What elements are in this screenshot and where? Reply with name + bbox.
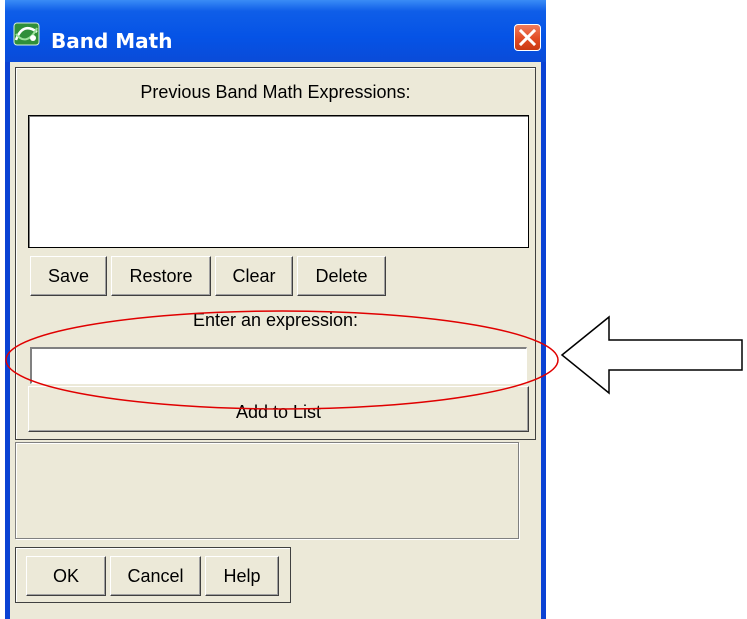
history-label: Previous Band Math Expressions: <box>140 82 411 102</box>
arrow-left-icon <box>560 315 743 395</box>
expression-label: Enter an expression: <box>192 310 359 330</box>
restore-button[interactable]: Restore <box>111 256 211 296</box>
ok-button[interactable]: OK <box>26 556 106 596</box>
band-math-window: Band Math Previous Band Math Expressions… <box>5 0 546 619</box>
previous-expressions-list[interactable] <box>28 115 529 248</box>
clear-button[interactable]: Clear <box>215 256 293 296</box>
save-button[interactable]: Save <box>30 256 107 296</box>
expression-input[interactable] <box>30 347 527 384</box>
title-bar[interactable]: Band Math <box>5 0 546 62</box>
expression-history-group: Previous Band Math Expressions: Save Res… <box>15 67 536 440</box>
screenshot: Band Math Previous Band Math Expressions… <box>0 0 747 619</box>
add-to-list-button[interactable]: Add to List <box>28 386 529 432</box>
delete-button[interactable]: Delete <box>297 256 386 296</box>
window-title: Band Math <box>51 29 173 53</box>
close-x-icon <box>518 28 537 47</box>
dialog-body: Previous Band Math Expressions: Save Res… <box>10 62 541 619</box>
band-math-app-icon <box>13 22 40 46</box>
status-area <box>15 442 519 539</box>
cancel-button[interactable]: Cancel <box>110 556 201 596</box>
help-button[interactable]: Help <box>205 556 279 596</box>
dialog-buttons-group: OK Cancel Help <box>15 547 291 603</box>
close-button[interactable] <box>514 24 541 51</box>
